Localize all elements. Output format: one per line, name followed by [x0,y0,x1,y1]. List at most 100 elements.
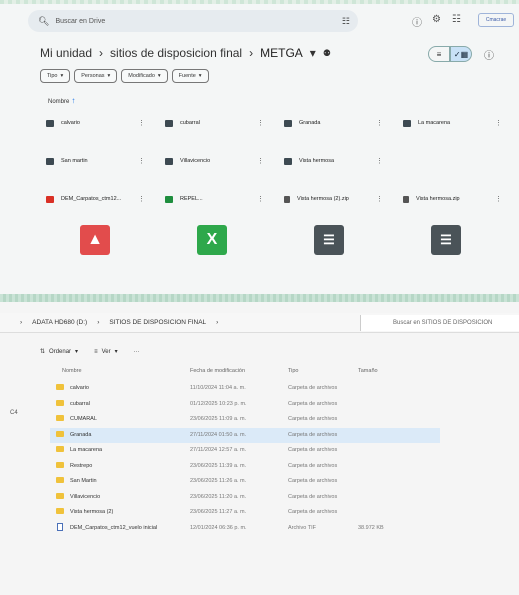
row-date: 11/10/2024 11:04 a. m. [190,385,246,391]
explorer-search-input[interactable]: Buscar en SITIOS DE DISPOSICION [360,315,519,331]
chip-personas[interactable]: Personas ▾ [74,69,118,83]
left-label: C4 [10,410,18,416]
chip-tipo[interactable]: Tipo ▾ [40,69,71,83]
folder-icon [56,492,64,499]
row-type: Carpeta de archivos [288,509,338,515]
folder-name: Vista hermosa [299,158,335,164]
search-icon: 🔍︎ [38,15,50,26]
table-row[interactable]: cubarral 01/12/2025 10:23 p. m. Carpeta de… [50,397,440,413]
folder-icon [56,508,64,514]
help-icon[interactable]: ⓘ [412,14,422,29]
list-view-icon[interactable]: ≡ [428,46,450,62]
folder-icon [56,446,64,452]
view-toggle[interactable]: ≡ ✓▦ [428,46,472,62]
more-icon[interactable]: ⋮ [138,157,145,165]
sort-by-name[interactable]: Nombre ↑ [48,96,75,105]
file-name: REPEL... [180,196,203,202]
zip-preview-icon[interactable]: ☰ [431,225,461,255]
more-icon[interactable]: ⋮ [376,157,383,165]
more-icon[interactable]: ⋮ [138,195,145,203]
table-row[interactable]: DEM_Carpatos_ctm12_vuelo inicial 12/01/20… [50,521,440,537]
file-vista-hermosa-2-zip[interactable]: Vista hermosa (2).zip ⋮ [278,188,391,210]
chevron-down-icon: ▾ [114,349,118,355]
more-icon[interactable]: ⋮ [257,119,264,127]
table-row[interactable]: Villavicencio 23/06/2025 11:20 a. m. Carpe… [50,490,440,506]
sort-button[interactable]: ⇅ Ordenar ▾ [40,348,78,356]
folder-cubarral[interactable]: cubarral ⋮ [159,112,272,134]
more-icon[interactable]: ⋮ [257,195,264,203]
grid-view-icon[interactable]: ✓▦ [450,46,472,62]
view-button[interactable]: ≡ Ver ▾ [94,348,118,356]
address-bar[interactable]: › ADATA HD680 (D:) › SITIOS DE DISPOSICI… [0,313,519,333]
filter-icon[interactable]: ☷ [342,16,350,27]
table-row[interactable]: calvario 11/10/2024 11:04 a. m. Carpeta de… [50,381,440,397]
col-size[interactable]: Tamaño [358,368,378,374]
crumb-metga[interactable]: METGA [260,46,303,60]
breadcrumb: Mi unidad › sitios de disposicion final … [40,46,331,60]
more-icon[interactable]: ⋮ [376,119,383,127]
file-vista-hermosa-zip[interactable]: Vista hermosa.zip ⋮ [397,188,510,210]
addr-folder[interactable]: SITIOS DE DISPOSICION FINAL [109,319,206,326]
file-repel[interactable]: REPEL... ⋮ [159,188,272,210]
people-icon[interactable]: ⚉ [323,48,331,59]
table-row[interactable]: CUMARAL 23/06/2025 11:09 a. m. Carpeta de … [50,412,440,428]
chip-label: Modificado [128,73,155,79]
row-date: 23/06/2025 11:26 a. m. [190,478,247,484]
more-icon[interactable]: ⋮ [495,119,502,127]
more-icon[interactable]: ⋮ [138,119,145,127]
col-date[interactable]: Fecha de modificación [190,368,245,374]
zip-icon [284,195,290,203]
col-name[interactable]: Nombre [62,368,82,374]
row-size: 38.972 KB [358,524,384,531]
chip-modificado[interactable]: Modificado ▾ [121,69,168,83]
image-preview-icon[interactable]: ▲ [80,225,110,255]
chevron-down-icon: ▾ [60,73,64,79]
more-icon[interactable]: ⋮ [257,157,264,165]
table-row[interactable]: Restrepo 23/06/2025 11:39 a. m. Carpeta de… [50,459,440,475]
chevron-down-icon: ▾ [157,73,161,79]
drive-panel: 🔍︎ Buscar en Drive ☷ ⓘ ⚙ ☷ Cmacrae Mi un… [0,0,519,297]
settings-icon[interactable]: ⚙ [432,14,441,25]
dropdown-icon[interactable]: ▾ [310,46,316,60]
table-row[interactable]: La macarena 27/11/2024 12:57 a. m. Carpeta… [50,443,440,459]
table-row[interactable]: Vista hermosa (2) 23/06/2025 11:27 a. m. C… [50,505,440,521]
folder-san-martin[interactable]: San martin ⋮ [40,150,153,172]
sort-label: Ordenar [49,348,72,355]
col-type[interactable]: Tipo [288,368,299,374]
table-row[interactable]: San Martin 23/06/2025 11:26 a. m. Carpeta … [50,474,440,490]
more-icon[interactable]: ⋮ [376,195,383,203]
chip-label: Personas [81,73,105,79]
row-date: 27/11/2024 12:57 a. m. [190,447,247,453]
zip-preview-icon[interactable]: ☰ [314,225,344,255]
folder-vista-hermosa[interactable]: Vista hermosa ⋮ [278,150,391,172]
chip-label: Fuente [178,73,196,79]
more-icon[interactable]: ⋮ [495,195,502,203]
row-name: Vista hermosa (2) [70,509,114,515]
folder-calvario[interactable]: calvario ⋮ [40,112,153,134]
more-button[interactable]: ··· [134,348,140,355]
row-type: Carpeta de archivos [288,462,338,469]
left-nav: C4 [10,410,18,430]
excel-preview-icon[interactable]: X [197,225,227,255]
table-row[interactable]: Granada 27/11/2024 01:50 a. m. Carpeta de … [50,427,440,443]
folder-icon [284,157,292,165]
folder-granada[interactable]: Granada ⋮ [278,112,391,134]
apps-icon[interactable]: ☷ [452,14,461,25]
image-file-icon [46,195,54,203]
account-brand[interactable]: Cmacrae [478,13,514,27]
drive-search-input[interactable]: 🔍︎ Buscar en Drive ☷ [28,10,358,32]
folder-villavicencio[interactable]: Villavicencio ⋮ [159,150,272,172]
addr-drive[interactable]: ADATA HD680 (D:) [32,319,87,326]
chip-fuente[interactable]: Fuente ▾ [171,69,209,83]
row-date: 27/11/2024 01:50 a. m. [190,431,247,438]
drive-grid: calvario ⋮ cubarral ⋮ Granada ⋮ La macarena… [40,112,510,226]
file-dem[interactable]: DEM_Carpatos_ctm12... ⋮ [40,188,153,210]
row-name: DEM_Carpatos_ctm12_vuelo inicial [70,524,158,531]
folder-la-macarena[interactable]: La macarena ⋮ [397,112,510,134]
info-icon[interactable]: ⓘ [484,47,494,62]
more-label: ··· [133,348,140,355]
crumb-sitios[interactable]: sitios de disposicion final [110,46,242,60]
crumb-mi-unidad[interactable]: Mi unidad [40,46,92,60]
folder-icon [56,415,64,421]
chip-label: Tipo [47,73,58,79]
